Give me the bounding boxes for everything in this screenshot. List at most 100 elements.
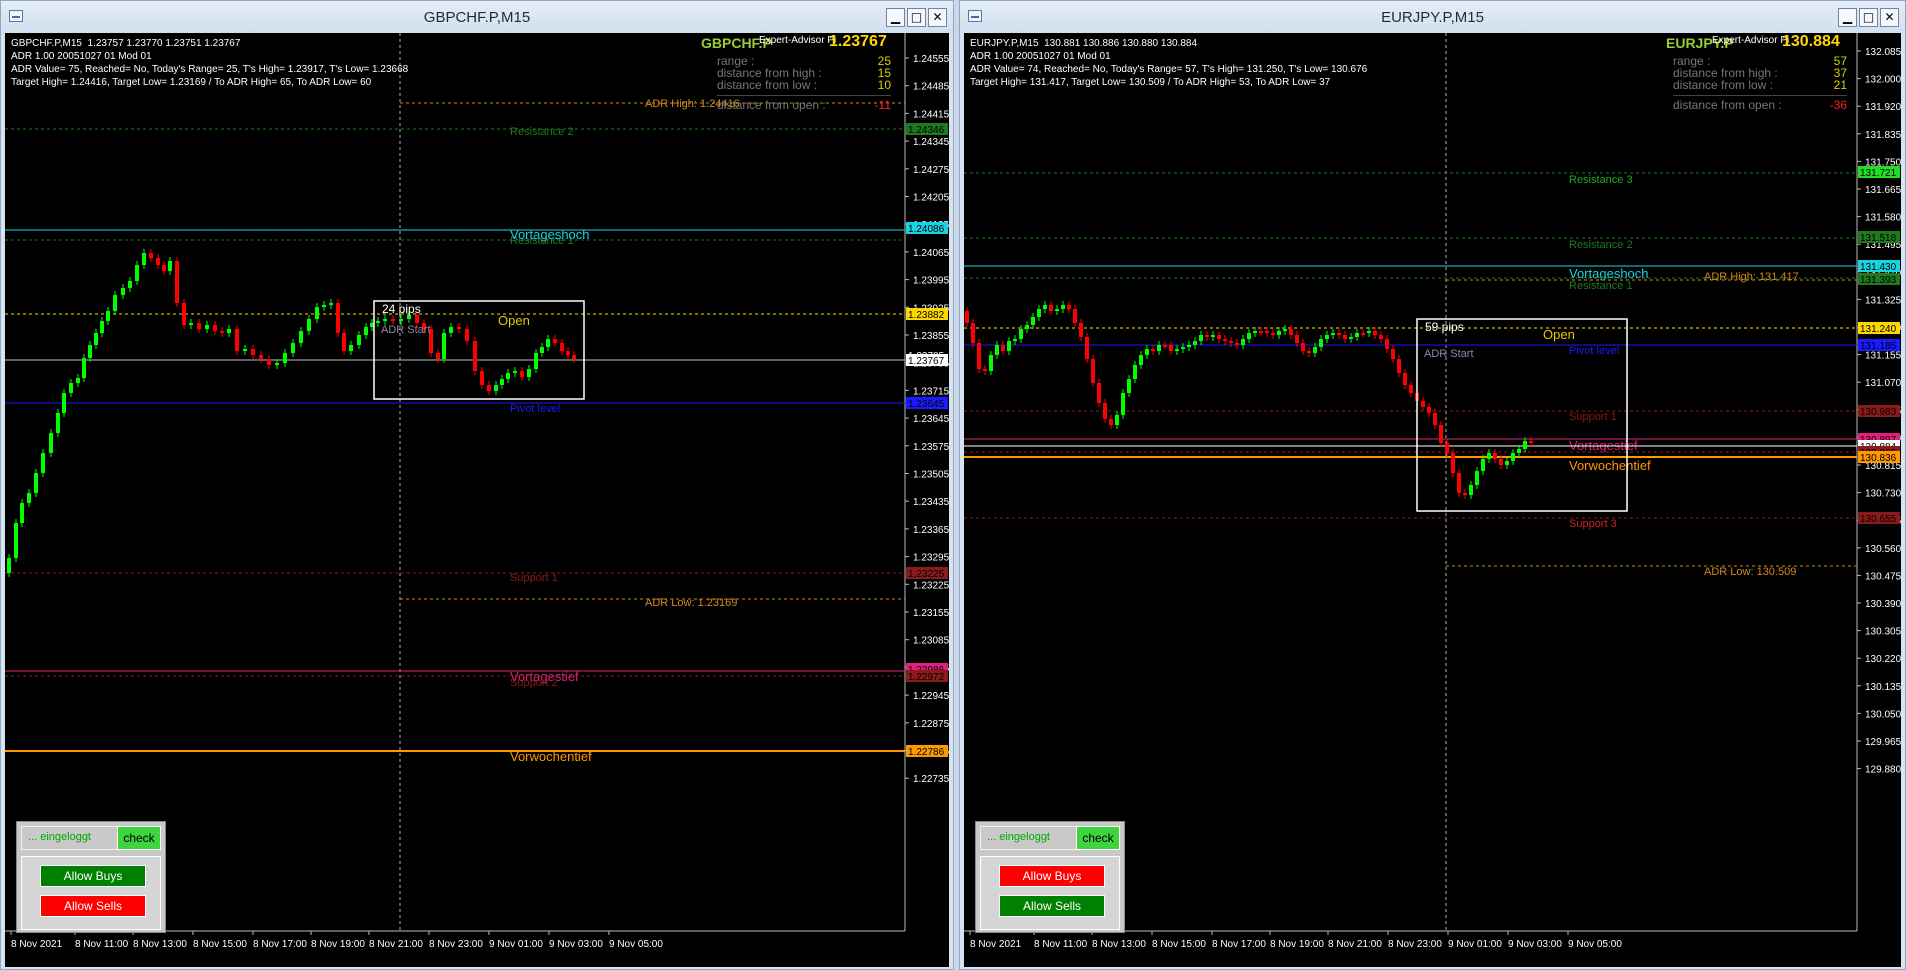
candle-body (1433, 413, 1437, 425)
maximize-button[interactable]: □ (907, 8, 926, 27)
price-chart[interactable]: Resistance 3 Resistance 2 Vortageshoch ADR … (964, 33, 1901, 967)
check-button[interactable]: check (117, 826, 161, 850)
level-label: Pivot level (510, 403, 560, 415)
candle-body (383, 319, 387, 321)
price-tick-label: 129.965 (1865, 737, 1901, 748)
time-tick-label: 8 Nov 15:00 (193, 939, 247, 950)
candle-body (1175, 349, 1179, 351)
price-tick-label: 1.23155 (913, 608, 949, 619)
price-tick-label: 130.050 (1865, 709, 1901, 720)
candle-body (1457, 473, 1461, 493)
price-tick-label: 130.730 (1865, 489, 1901, 500)
candle-body (156, 258, 160, 265)
price-tick-label: 131.325 (1865, 295, 1901, 306)
candle-body (971, 323, 975, 343)
window-titlebar[interactable]: GBPCHF.P,M15 ▁ □ ✕ (1, 1, 953, 33)
candle-body (1091, 359, 1095, 383)
price-flag-label: 131.240 (1860, 324, 1897, 335)
time-tick-label: 8 Nov 19:00 (1270, 939, 1324, 950)
time-tick-label: 9 Nov 01:00 (1448, 939, 1502, 950)
candle-body (449, 327, 453, 333)
allow-buys-button[interactable]: Allow Buys (40, 865, 146, 887)
price-flag-label: 131.185 (1860, 341, 1897, 352)
info-line: GBPCHF.P,M15 1.23757 1.23770 1.23751 1.2… (11, 38, 241, 49)
candle-body (1133, 365, 1137, 379)
time-tick-label: 8 Nov 19:00 (311, 939, 365, 950)
level-label: Vorwochentief (510, 749, 592, 764)
ea-control-panel: ... eingeloggt check Allow Buys Allow Se… (975, 821, 1125, 933)
close-button[interactable]: ✕ (928, 8, 947, 27)
dist-low-value: 10 (877, 78, 891, 92)
time-tick-label: 8 Nov 2021 (11, 939, 63, 950)
candle-body (1007, 341, 1011, 351)
current-price: 130.884 (1782, 33, 1840, 50)
level-label: Resistance 1 (1569, 280, 1633, 292)
candle-body (1337, 333, 1341, 335)
level-label: Vortageshoch (510, 227, 590, 242)
allow-buys-button[interactable]: Allow Buys (999, 865, 1105, 887)
check-button[interactable]: check (1076, 826, 1120, 850)
time-tick-label: 8 Nov 17:00 (253, 939, 307, 950)
candle-body (513, 371, 517, 373)
candle-body (560, 343, 564, 351)
candle-body (473, 341, 477, 371)
price-tick-label: 1.22945 (913, 691, 949, 702)
candle-body (1115, 415, 1119, 425)
candle-body (94, 333, 98, 345)
trade-permissions: Allow Buys Allow Sells (21, 856, 161, 930)
allow-sells-button[interactable]: Allow Sells (999, 895, 1105, 917)
candle-body (1229, 341, 1233, 343)
candle-body (251, 349, 255, 355)
candle-body (1487, 453, 1491, 459)
close-button[interactable]: ✕ (1880, 8, 1899, 27)
minimize-button[interactable]: ▁ (1838, 8, 1857, 27)
candle-body (342, 333, 346, 351)
info-line: ADR Value= 75, Reached= No, Today's Rang… (11, 64, 409, 75)
window-titlebar[interactable]: EURJPY.P,M15 ▁ □ ✕ (960, 1, 1905, 33)
candle-body (1043, 305, 1047, 309)
range-stats: range :57 distance from high :37 distanc… (1673, 55, 1847, 111)
candle-body (1361, 333, 1365, 335)
candle-body (1073, 309, 1077, 323)
candle-body (227, 329, 231, 333)
time-tick-label: 8 Nov 21:00 (369, 939, 423, 950)
chart-info: GBPCHF.P,M15 1.23757 1.23770 1.23751 1.2… (11, 37, 408, 89)
candle-body (1349, 337, 1353, 339)
candle-body (1079, 323, 1083, 337)
price-flag-label: 130.983 (1860, 407, 1897, 418)
dist-open-label: distance from open : (717, 98, 826, 112)
price-tick-label: 131.580 (1865, 213, 1901, 224)
level-label: Support 3 (1569, 518, 1617, 530)
candle-body (1157, 345, 1161, 351)
candle-body (415, 315, 419, 323)
price-flag-label: 1.24086 (908, 224, 945, 235)
candle-body (1391, 349, 1395, 359)
time-tick-label: 9 Nov 05:00 (1568, 939, 1622, 950)
price-tick-label: 1.24485 (913, 82, 949, 93)
price-tick-label: 1.23365 (913, 525, 949, 536)
candle-body (175, 261, 179, 303)
level-label: Resistance 2 (510, 126, 574, 138)
candle-body (1181, 347, 1185, 349)
candle-body (307, 319, 311, 331)
candle-body (69, 383, 73, 393)
candle-body (1061, 305, 1065, 309)
expert-advisor-label: Expert-Advisor Pi (759, 35, 837, 46)
candle-body (1169, 345, 1173, 351)
candle-body (1193, 341, 1197, 345)
time-tick-label: 9 Nov 05:00 (609, 939, 663, 950)
allow-sells-button[interactable]: Allow Sells (40, 895, 146, 917)
price-tick-label: 1.23575 (913, 442, 949, 453)
candle-body (1049, 305, 1053, 311)
price-tick-label: 129.880 (1865, 765, 1901, 776)
price-chart[interactable]: ADR High: 1.24416 Resistance 2 Resistance … (5, 33, 949, 967)
candle-body (1217, 335, 1221, 339)
candle-body (82, 358, 86, 378)
candle-body (1421, 401, 1425, 407)
candle-body (376, 321, 380, 323)
price-tick-label: 131.920 (1865, 102, 1901, 113)
candle-body (546, 339, 550, 347)
level-label: Resistance 3 (1569, 174, 1633, 186)
maximize-button[interactable]: □ (1859, 8, 1878, 27)
minimize-button[interactable]: ▁ (886, 8, 905, 27)
